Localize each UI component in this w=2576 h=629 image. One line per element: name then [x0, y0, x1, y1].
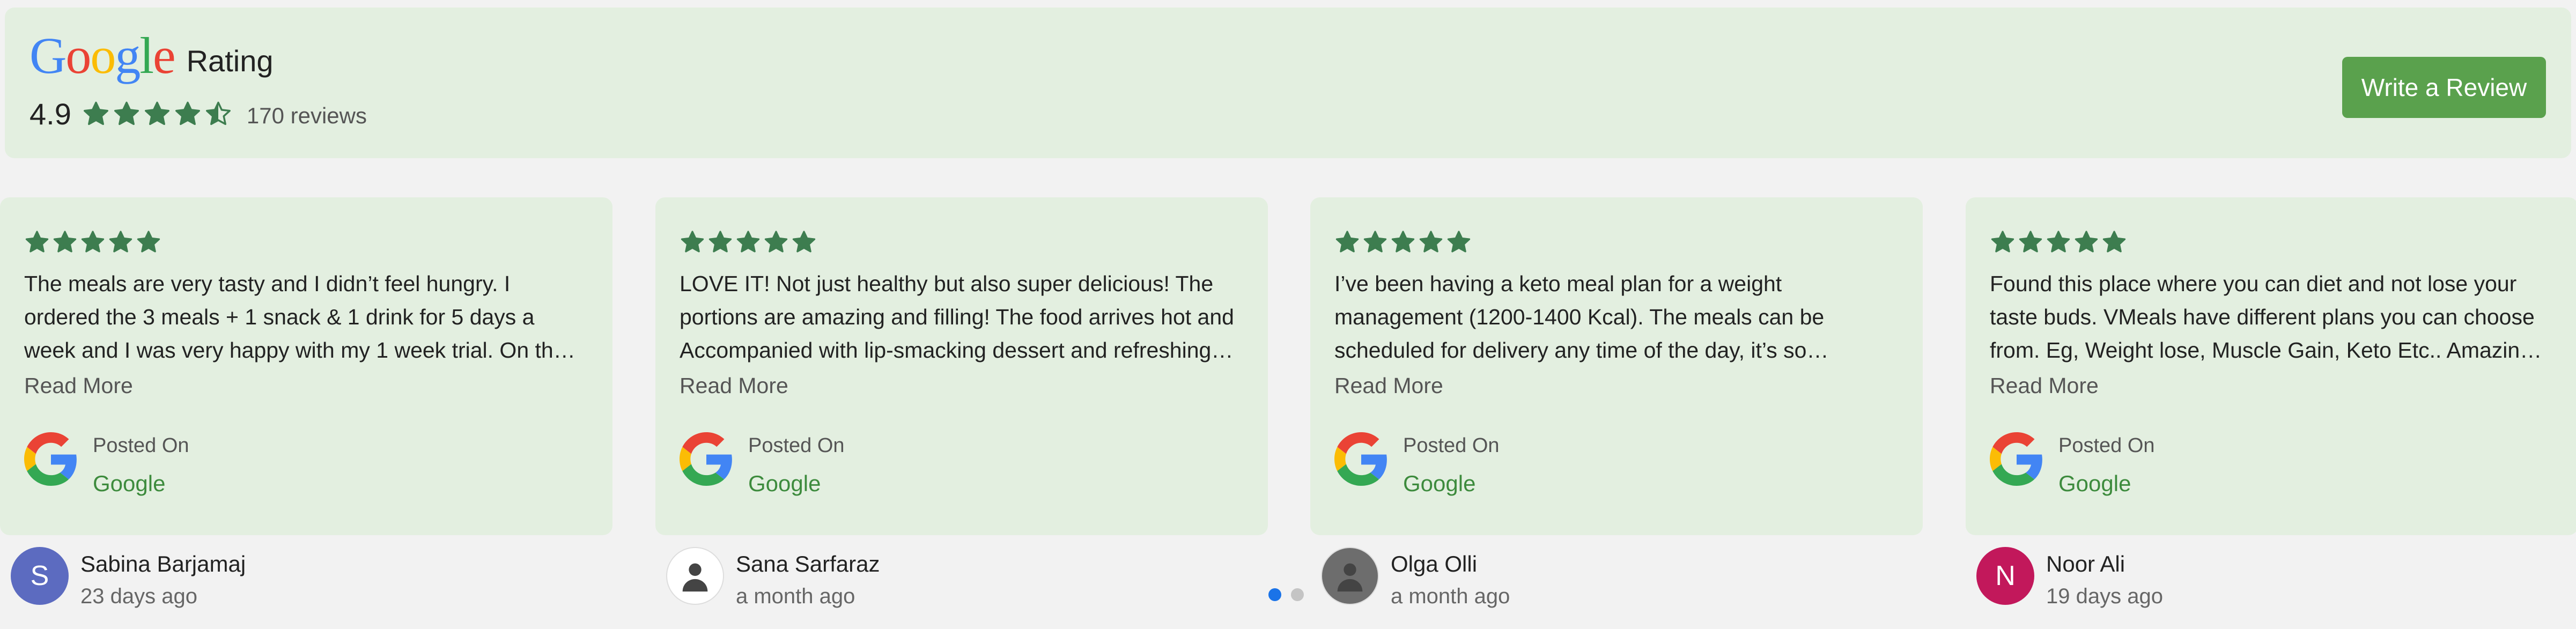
author-name[interactable]: Sabina Barjamaj: [80, 551, 246, 577]
google-g-icon: [24, 432, 77, 486]
logo-letter: g: [115, 27, 141, 84]
rating-label: Rating: [186, 43, 274, 78]
review-text: LOVE IT! Not just healthy but also super…: [680, 271, 1234, 362]
review-source[interactable]: Google: [93, 471, 165, 497]
review-author: N Noor Ali 19 days ago: [1976, 547, 2459, 611]
star-icon: [2102, 231, 2126, 253]
pagination-dot[interactable]: [1291, 588, 1304, 601]
star-icon: [1991, 231, 2014, 253]
person-icon: [1337, 563, 1363, 592]
google-g-icon: [1334, 432, 1387, 486]
avatar: [666, 547, 724, 605]
google-g-icon: [1990, 432, 2042, 486]
review-text: Found this place where you can diet and …: [1990, 271, 2535, 362]
star-icon: [109, 231, 132, 253]
rating-header: Google Rating 4.9 170 reviews Write a Re…: [5, 8, 2571, 158]
avatar: S: [11, 547, 69, 605]
star-icon: [25, 231, 49, 253]
review-stars: [24, 230, 164, 255]
review-card: The meals are very tasty and I didn’t fe…: [0, 197, 612, 535]
review-text: The meals are very tasty and I didn’t fe…: [24, 271, 566, 362]
logo-letter: o: [65, 27, 91, 84]
star-icon: [764, 231, 788, 253]
posted-on-label: Posted On: [1403, 434, 1500, 457]
star-icon: [2075, 231, 2098, 253]
review-stars: [1334, 230, 1474, 255]
star-icon: [1419, 231, 1443, 253]
star-icon: [83, 101, 108, 125]
star-icon: [2019, 231, 2042, 253]
read-more-link[interactable]: Read More: [1334, 369, 1443, 402]
star-icon: [792, 231, 816, 253]
star-icon: [144, 101, 169, 125]
brand: Google Rating: [29, 30, 273, 82]
review-card: I’ve been having a keto meal plan for a …: [1310, 197, 1923, 535]
star-icon: [114, 101, 139, 125]
author-name[interactable]: Sana Sarfaraz: [736, 551, 880, 577]
review-card: LOVE IT! Not just healthy but also super…: [655, 197, 1268, 535]
read-more-link[interactable]: Read More: [24, 369, 133, 402]
logo-letter: e: [153, 27, 176, 84]
review-source[interactable]: Google: [748, 471, 821, 497]
author-name[interactable]: Olga Olli: [1391, 551, 1477, 577]
posted-on-label: Posted On: [2058, 434, 2155, 457]
posted-on-label: Posted On: [748, 434, 845, 457]
google-g-icon: [680, 432, 732, 486]
star-icon: [736, 231, 760, 253]
reviews-count[interactable]: 170 reviews: [247, 103, 367, 129]
star-icon: [137, 231, 160, 253]
star-icon: [708, 231, 732, 253]
review-card: Found this place where you can diet and …: [1966, 197, 2576, 535]
logo-letter: o: [90, 27, 116, 84]
star-icon: [175, 101, 200, 125]
read-more-link[interactable]: Read More: [1990, 369, 2099, 402]
avatar: N: [1976, 547, 2034, 605]
star-icon: [1335, 231, 1359, 253]
review-source[interactable]: Google: [2058, 471, 2131, 497]
star-icon: [2047, 231, 2070, 253]
review-text: I’ve been having a keto meal plan for a …: [1334, 271, 1825, 362]
write-review-button[interactable]: Write a Review: [2342, 57, 2546, 118]
review-author: Olga Olli a month ago: [1321, 547, 1804, 611]
review-author: S Sabina Barjamaj 23 days ago: [11, 547, 493, 611]
average-stars: [82, 100, 235, 128]
review-source[interactable]: Google: [1403, 471, 1475, 497]
star-icon: [1363, 231, 1387, 253]
avatar: [1321, 547, 1379, 605]
star-icon: [81, 231, 105, 253]
carousel-pagination: [1268, 588, 1313, 601]
pagination-dot[interactable]: [1268, 588, 1281, 601]
logo-letter: G: [29, 27, 67, 84]
score-row: 4.9 170 reviews: [29, 97, 367, 131]
star-icon: [53, 231, 77, 253]
review-stars: [1990, 230, 2129, 255]
person-icon: [682, 563, 708, 592]
logo-letter: l: [139, 27, 154, 84]
review-time: 19 days ago: [2046, 584, 2163, 608]
star-icon: [681, 231, 704, 253]
review-stars: [680, 230, 819, 255]
review-author: Sana Sarfaraz a month ago: [666, 547, 1149, 611]
average-score: 4.9: [29, 97, 71, 131]
star-icon: [1447, 231, 1471, 253]
read-more-link[interactable]: Read More: [680, 369, 788, 402]
google-logo: Google: [29, 27, 176, 84]
review-time: 23 days ago: [80, 584, 197, 608]
star-icon: [205, 101, 231, 125]
review-time: a month ago: [1391, 584, 1510, 608]
author-name[interactable]: Noor Ali: [2046, 551, 2125, 577]
posted-on-label: Posted On: [93, 434, 189, 457]
star-icon: [1391, 231, 1415, 253]
review-time: a month ago: [736, 584, 855, 608]
